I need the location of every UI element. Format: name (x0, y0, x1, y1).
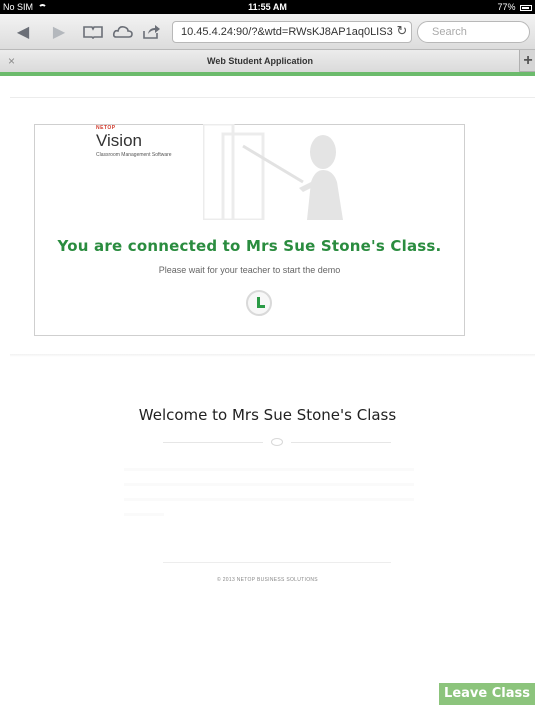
share-icon[interactable] (140, 22, 162, 42)
footer-divider (163, 562, 391, 563)
faded-description (124, 468, 414, 528)
status-bar: No SIM 11:55 AM 77% (0, 0, 535, 14)
url-field[interactable]: 10.45.4.24:90/?&wtd=RWsKJ8AP1aq0LIS3 (172, 21, 412, 43)
add-tab-icon[interactable]: + (521, 50, 535, 72)
top-band (10, 76, 535, 98)
tab-bar: × Web Student Application + (0, 50, 535, 72)
cloud-icon[interactable] (112, 22, 134, 42)
wait-message: Please wait for your teacher to start th… (158, 265, 341, 275)
forward-icon[interactable]: ▶ (48, 22, 70, 42)
waiting-clock-icon (246, 290, 272, 316)
browser-toolbar: ◀ ▶ 10.45.4.24:90/?&wtd=RWsKJ8AP1aq0LIS3… (0, 14, 535, 50)
teacher-illustration (203, 124, 343, 220)
back-icon[interactable]: ◀ (12, 22, 34, 42)
ornament-divider (163, 437, 391, 447)
leave-class-button[interactable]: Leave Class (439, 683, 535, 705)
section-divider (10, 354, 535, 357)
bookmarks-icon[interactable] (82, 22, 104, 42)
search-input[interactable]: Search (417, 21, 530, 43)
clock-time: 11:55 AM (248, 2, 287, 12)
battery-status: 77% (497, 0, 532, 14)
battery-icon (520, 4, 532, 11)
netop-vision-logo: NETOP Vision Classroom Management Softwa… (96, 125, 172, 158)
tab-title: Web Student Application (207, 56, 313, 66)
copyright-text: © 2013 NETOP BUSINESS SOLUTIONS (217, 577, 318, 583)
connection-message: You are connected to Mrs Sue Stone's Cla… (57, 237, 442, 255)
eye-ornament-icon (271, 438, 283, 446)
welcome-title: Welcome to Mrs Sue Stone's Class (138, 406, 397, 424)
tab-web-student-application[interactable]: × Web Student Application (0, 50, 520, 72)
reload-icon[interactable]: ↻ (394, 22, 410, 42)
